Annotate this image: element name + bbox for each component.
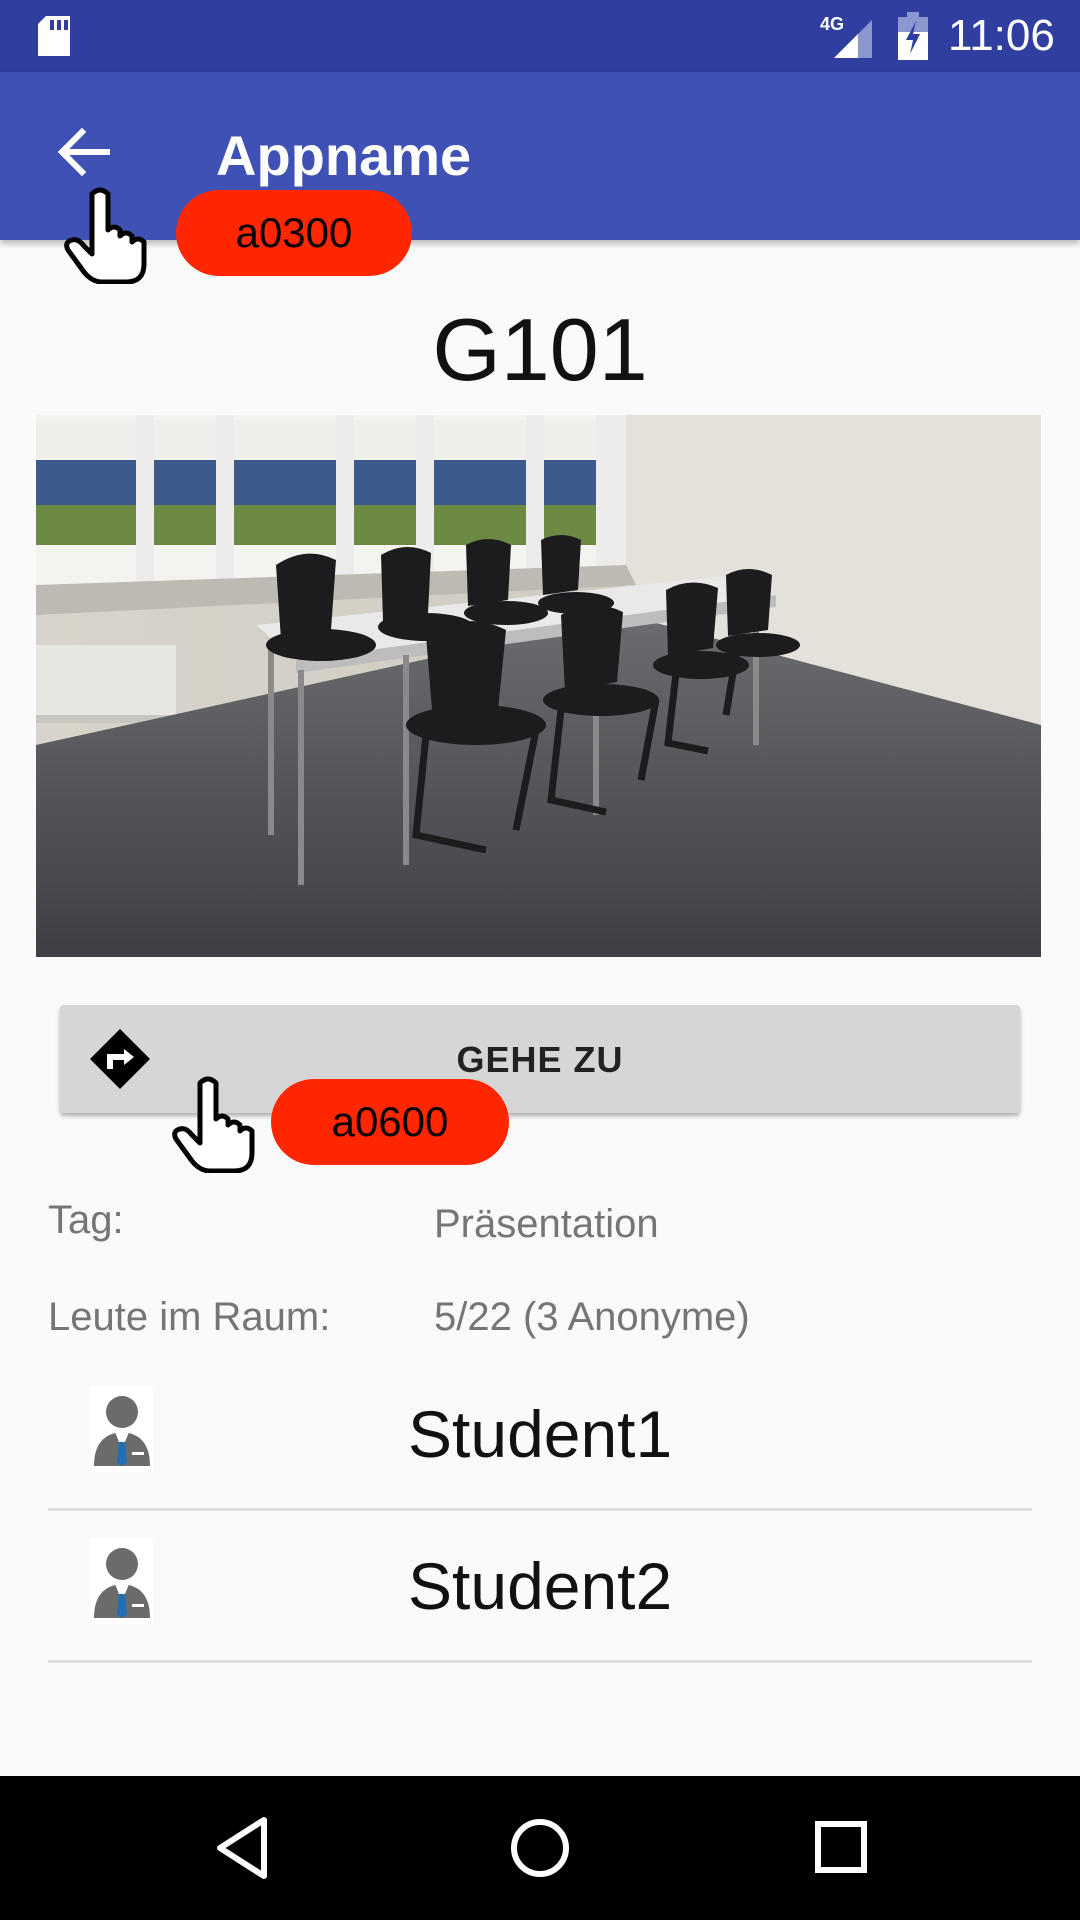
tap-hand-icon xyxy=(64,187,147,284)
room-photo xyxy=(36,415,1041,957)
nav-recents-icon[interactable] xyxy=(810,1814,870,1882)
sd-card-icon xyxy=(38,16,70,56)
arrow-back-icon[interactable] xyxy=(58,128,110,176)
tag-value: Präsentation xyxy=(434,1202,659,1246)
people-count-label: Leute im Raum: xyxy=(48,1295,331,1339)
navigation-bar xyxy=(0,1776,1080,1920)
list-item[interactable]: Student2 xyxy=(48,1508,1032,1663)
app-title: Appname xyxy=(216,124,472,187)
room-title: G101 xyxy=(432,300,648,399)
app-bar: Appname xyxy=(0,72,1080,240)
nav-back-icon[interactable] xyxy=(212,1814,272,1882)
tap-hand-icon xyxy=(172,1076,255,1173)
status-bar: 4G 11:06 xyxy=(0,0,1080,72)
person-icon xyxy=(90,1538,154,1624)
person-icon xyxy=(90,1386,154,1472)
battery-charging-icon xyxy=(898,12,928,60)
person-name: Student2 xyxy=(408,1549,673,1623)
svg-text:4G: 4G xyxy=(820,14,844,34)
tag-label: Tag: xyxy=(48,1198,124,1242)
tap-annotation-badge: a0600 xyxy=(271,1079,509,1165)
people-count-value: 5/22 (3 Anonyme) xyxy=(434,1295,750,1339)
tap-annotation-badge: a0300 xyxy=(176,190,412,276)
clock: 11:06 xyxy=(948,11,1055,60)
person-name: Student1 xyxy=(408,1397,673,1471)
signal-icon: 4G xyxy=(820,14,872,58)
nav-home-icon[interactable] xyxy=(508,1814,572,1882)
list-item[interactable]: Student1 xyxy=(48,1356,1032,1511)
classroom-photo xyxy=(36,415,1041,957)
